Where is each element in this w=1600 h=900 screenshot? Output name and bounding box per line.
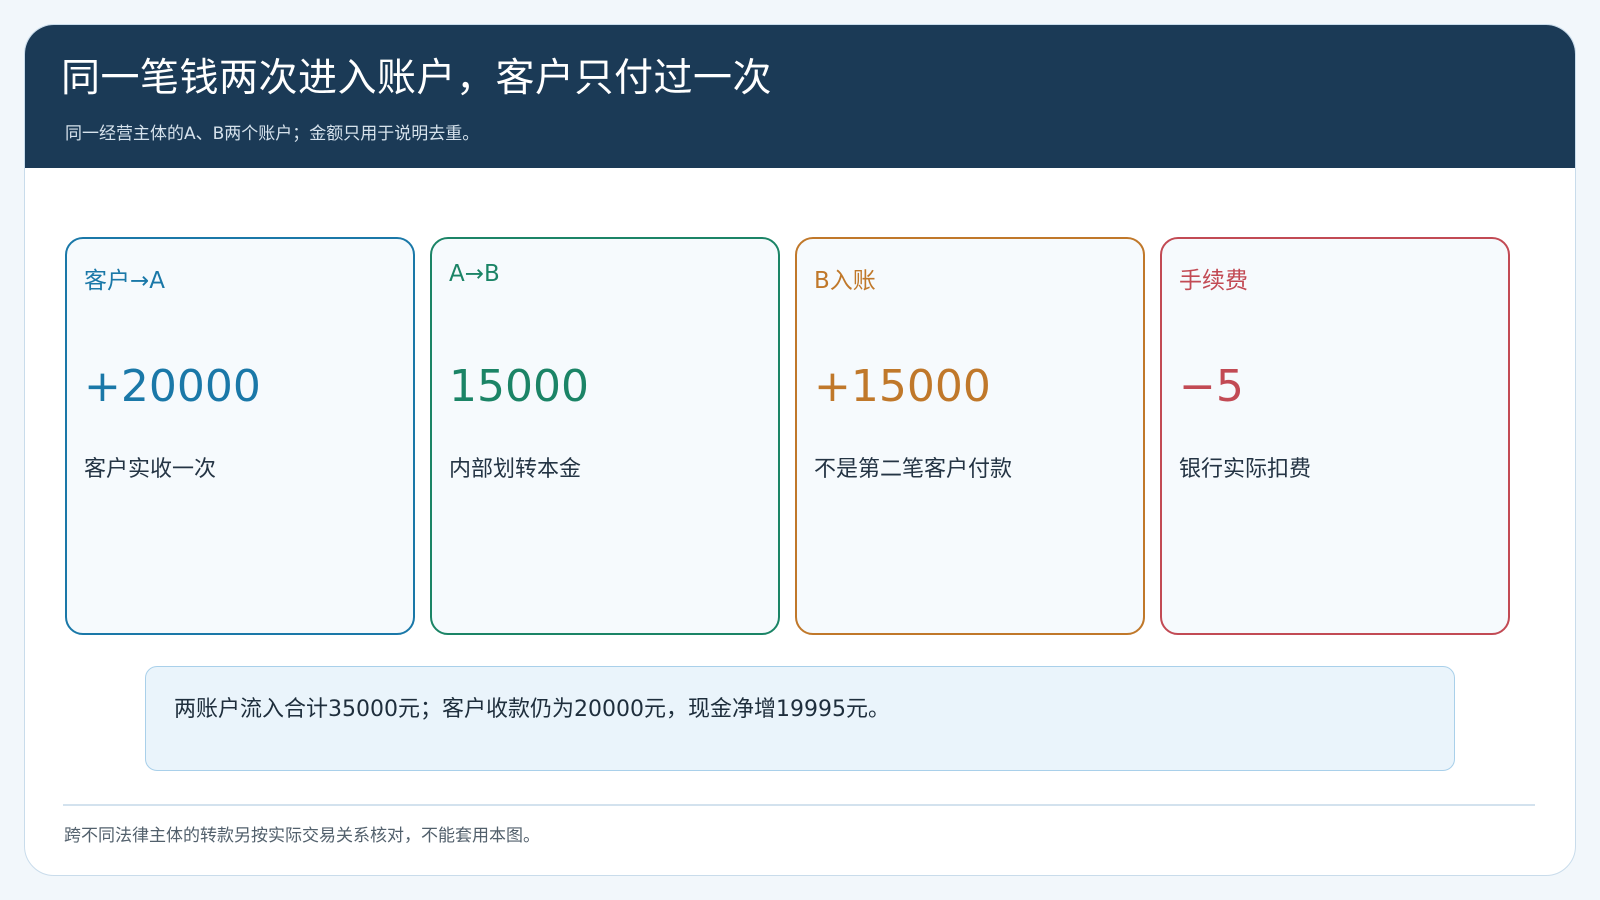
card-b-credit: B入账 +15000 不是第二笔客户付款 [795, 237, 1145, 635]
card-value: 15000 [449, 361, 589, 412]
card-label: A→B [449, 261, 500, 287]
page-title: 同一笔钱两次进入账户，客户只付过一次 [61, 56, 773, 101]
card-description: 客户实收一次 [84, 457, 217, 482]
divider [63, 804, 1535, 806]
card-description: 银行实际扣费 [1179, 457, 1312, 482]
page-subtitle: 同一经营主体的A、B两个账户；金额只用于说明去重。 [65, 124, 480, 144]
card-value: +15000 [814, 361, 991, 412]
header-banner: 同一笔钱两次进入账户，客户只付过一次 同一经营主体的A、B两个账户；金额只用于说… [25, 25, 1575, 168]
card-value: +20000 [84, 361, 261, 412]
card-label: 客户→A [84, 268, 166, 294]
card-a-to-b: A→B 15000 内部划转本金 [430, 237, 780, 635]
summary-box: 两账户流入合计35000元；客户收款仍为20000元，现金净增19995元。 [145, 666, 1455, 771]
diagram-frame: 同一笔钱两次进入账户，客户只付过一次 同一经营主体的A、B两个账户；金额只用于说… [24, 24, 1576, 876]
summary-text: 两账户流入合计35000元；客户收款仍为20000元，现金净增19995元。 [174, 697, 890, 722]
card-label: 手续费 [1179, 268, 1248, 294]
card-description: 不是第二笔客户付款 [814, 457, 1013, 482]
card-customer-to-a: 客户→A +20000 客户实收一次 [65, 237, 415, 635]
card-description: 内部划转本金 [449, 457, 582, 482]
card-fee: 手续费 −5 银行实际扣费 [1160, 237, 1510, 635]
card-value: −5 [1179, 361, 1244, 412]
footnote: 跨不同法律主体的转款另按实际交易关系核对，不能套用本图。 [64, 826, 540, 846]
card-label: B入账 [814, 268, 876, 294]
